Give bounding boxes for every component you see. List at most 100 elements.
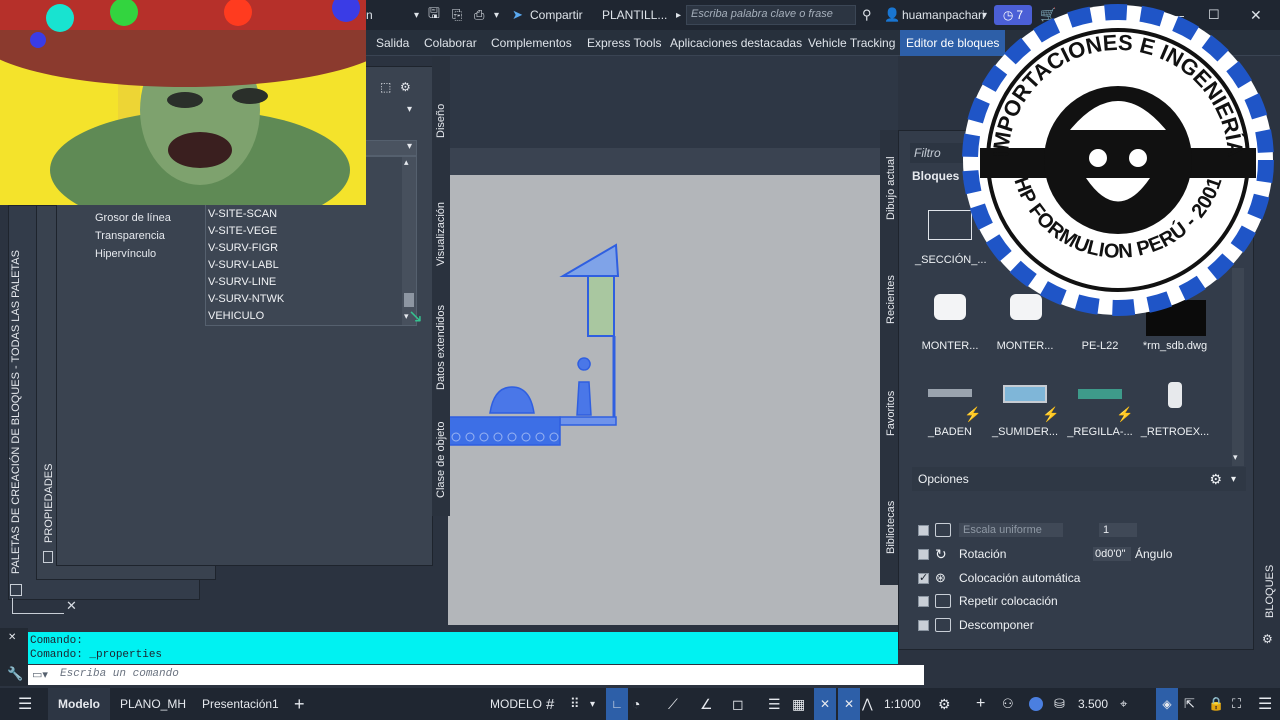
tab-visualizacion[interactable]: Visualización [435,202,447,266]
prop-transparency[interactable]: Transparencia [95,227,203,245]
list-item[interactable]: V-SURV-LABL [208,259,279,271]
options-header[interactable]: Opciones ⚙ ▾ [912,467,1246,491]
tab-bibliotecas[interactable]: Bibliotecas [885,501,897,554]
scale-mode-select[interactable]: Escala uniforme [959,523,1063,537]
list-item[interactable]: V-SURV-LINE [208,276,276,288]
option-rotation[interactable]: ↻ Rotación 0d0'0" Ángulo [918,545,1172,563]
model-space-button[interactable]: MODELO [490,688,542,720]
repeat-checkbox[interactable] [918,595,929,607]
precision-value[interactable]: 3.500 [1078,688,1108,720]
block-label[interactable]: PE-L22 [1065,340,1135,352]
scale-value-input[interactable]: 1 [1099,523,1137,537]
annotation-scale-value[interactable]: 1:1000 [884,688,921,720]
share-icon[interactable]: ➤ [512,0,523,30]
isodraft-icon[interactable]: ⟋ [668,688,678,720]
scale-checkbox[interactable] [918,524,929,536]
list-item[interactable]: V-SURV-NTWK [208,293,284,305]
tab-datos-extendidos[interactable]: Datos extendidos [435,305,447,390]
lock-ui-icon[interactable]: 🔒 [1208,688,1224,720]
tab-complementos[interactable]: Complementos [491,30,572,56]
command-input[interactable]: Escriba un comando [28,665,924,685]
rotation-checkbox[interactable] [918,548,929,560]
palette-menu-icon[interactable] [10,584,22,596]
menu-icon[interactable]: ☰ [18,688,32,720]
list-item[interactable]: V-SITE-SCAN [208,208,277,220]
tab-aplicaciones-destacadas[interactable]: Aplicaciones destacadas [670,30,802,56]
prop-hyperlink[interactable]: Hipervínculo [95,245,203,263]
block-thumb-regilla[interactable] [1078,389,1122,399]
option-uniform-scale[interactable]: Escala uniforme 1 [918,521,1137,539]
block-label[interactable]: MONTER... [915,340,985,352]
polar-icon[interactable]: ◔ [632,688,640,720]
close-icon[interactable]: ✕ [8,632,16,643]
units-icon[interactable]: ⌖ [1120,688,1127,720]
save-icon[interactable]: 🖫 [428,0,440,30]
block-label[interactable]: MONTER... [990,340,1060,352]
ortho-icon[interactable]: ∟ [606,688,628,720]
block-thumb-sumidero[interactable] [1003,385,1047,403]
quick-properties-icon[interactable]: ◈ [1156,688,1178,720]
tab-presentacion1[interactable]: Presentación1 [202,688,279,720]
isolate-icon[interactable]: ⚇ [1002,688,1014,720]
annotation-visibility-icon[interactable]: ✕ [814,688,836,720]
snap-dropdown-icon[interactable]: ▾ [590,688,595,720]
tab-salida[interactable]: Salida [376,30,409,56]
scroll-down-icon[interactable]: ▾ [1233,452,1238,463]
tab-plano-mh[interactable]: PLANO_MH [120,688,186,720]
save-as-icon[interactable]: ⎘ [452,0,462,30]
transparency-icon[interactable]: ▦ [792,688,805,720]
scroll-thumb[interactable] [404,293,414,307]
auto-placement-checkbox[interactable] [918,571,929,584]
list-item[interactable]: VEHICULO [208,310,264,322]
fullscreen-icon[interactable]: ⛶ [1232,688,1241,720]
qat-dropdown-icon[interactable]: ▾ [494,0,499,30]
select-objects-icon[interactable]: ⬚ [380,80,391,94]
command-prompt-icon[interactable]: ▭▾ [32,668,48,681]
layers-icon[interactable]: ⛁ [1054,688,1065,720]
selection-cycling-icon[interactable]: ⇱ [1184,688,1195,720]
layer-list-scrollbar[interactable]: ▴ ▾ [402,157,416,325]
tab-recientes[interactable]: Recientes [885,275,897,324]
tab-vehicle-tracking[interactable]: Vehicle Tracking [808,30,895,56]
list-item[interactable]: V-SITE-VEGE [208,225,277,237]
option-repeat-placement[interactable]: Repetir colocación [918,592,1058,610]
tab-clase-de-objeto[interactable]: Clase de objeto [435,422,447,498]
option-explode[interactable]: Descomponer [918,616,1034,634]
drawing-area[interactable] [447,175,898,625]
block-thumb-baden[interactable] [928,389,972,397]
workspace-dropdown-icon[interactable]: ▾ [414,0,419,30]
block-thumb-retroexcavadora[interactable] [1168,382,1182,408]
prop-lineweight[interactable]: Grosor de línea [95,209,203,227]
block-label[interactable]: _REGILLA-... [1065,426,1135,438]
gear-icon[interactable]: ⚙ [1209,471,1222,488]
annotation-scale-icon[interactable]: ⋀ [862,688,873,720]
hardware-accel-icon[interactable] [1026,688,1046,720]
snap-icon[interactable]: ⠿ [570,688,580,720]
option-auto-placement[interactable]: ⊛ Colocación automática [918,569,1080,587]
explode-checkbox[interactable] [918,619,929,631]
block-label[interactable]: _BADEN [915,426,985,438]
arrow-right-icon[interactable]: ▸ [676,0,681,30]
customize-menu-icon[interactable]: ☰ [1258,688,1272,720]
crosshair-icon[interactable]: + [976,688,985,720]
gear-icon[interactable]: ⚙ [938,688,951,720]
props-toolbar-dropdown[interactable]: ▾ [366,104,418,118]
binoculars-icon[interactable]: ⚲ [862,0,872,30]
tab-dibujo-actual[interactable]: Dibujo actual [885,156,897,220]
grid-icon[interactable]: # [546,688,554,720]
blocks-menu-icon[interactable]: ⚙ [1262,632,1273,646]
search-input[interactable]: Escriba palabra clave o frase [686,5,856,25]
block-label[interactable]: *rm_sdb.dwg [1140,340,1210,352]
tab-express-tools[interactable]: Express Tools [587,30,661,56]
osnap-icon[interactable]: ◻ [732,688,744,720]
tab-diseno[interactable]: Diseño [435,104,447,138]
share-button[interactable]: Compartir [530,0,583,30]
lineweight-icon[interactable]: ☰ [768,688,781,720]
quick-select-icon[interactable]: ⚙ [400,80,411,94]
properties-menu-icon[interactable] [43,551,53,563]
block-label[interactable]: _SUMIDER... [990,426,1060,438]
rotation-value-input[interactable]: 0d0'0" [1093,547,1131,561]
print-icon[interactable]: ⎙ [474,0,484,30]
list-item[interactable]: V-SURV-FIGR [208,242,278,254]
add-layout-icon[interactable]: + [294,688,305,720]
